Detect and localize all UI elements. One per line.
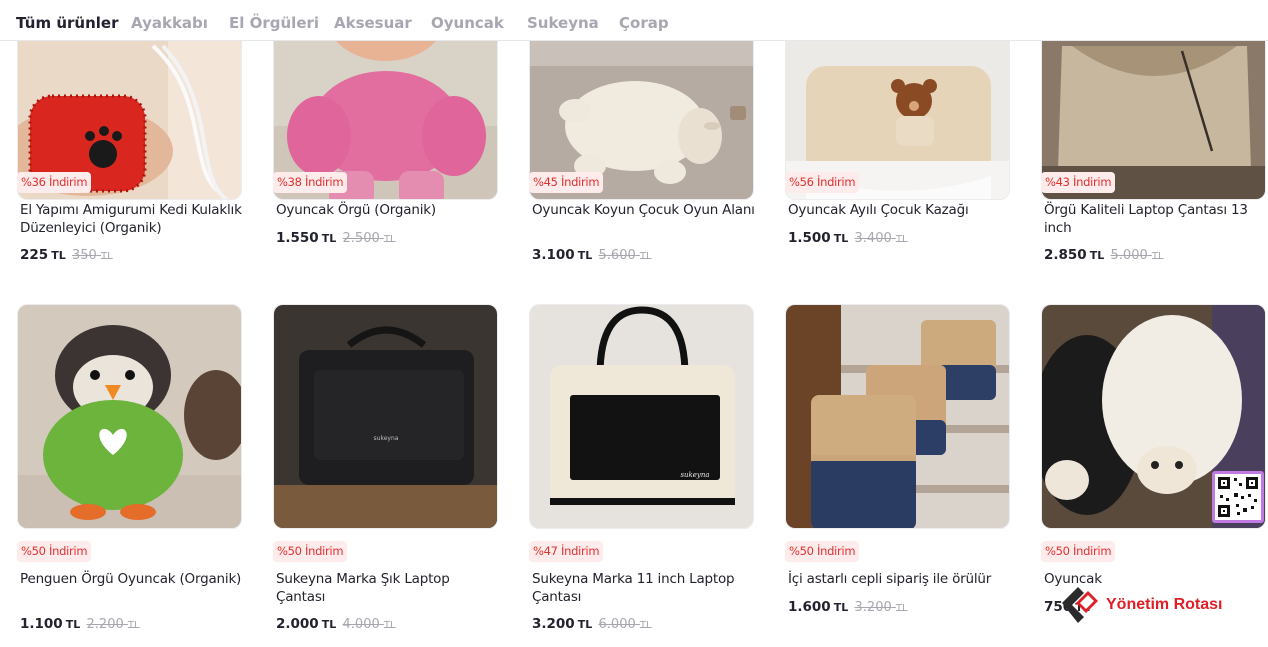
- current-price: 1.500: [788, 230, 831, 246]
- old-price: 6.000 TL: [598, 617, 652, 632]
- currency: TL: [1089, 249, 1105, 262]
- product-name[interactable]: Sukeyna Marka Şık Laptop Çantası: [276, 570, 501, 606]
- currency: TL: [577, 618, 593, 631]
- old-price: 3.400 TL: [854, 231, 908, 246]
- discount-badge: %50 İndirim: [17, 541, 92, 562]
- tab-sukeyna[interactable]: Sukeyna: [527, 14, 599, 32]
- qr-code-icon: [1212, 471, 1264, 523]
- current-price: 1.550: [276, 230, 319, 246]
- current-price: 225: [20, 247, 49, 263]
- current-price: 2.000: [276, 616, 319, 632]
- currency: TL: [321, 232, 337, 245]
- tab-socks[interactable]: Çorap: [619, 14, 669, 32]
- product-card[interactable]: [529, 0, 754, 271]
- current-price: 2.850: [1044, 247, 1087, 263]
- product-name[interactable]: El Yapımı Amigurumi Kedi Kulaklık Düzenl…: [20, 201, 245, 237]
- watermark: Yönetim Rotası: [1058, 583, 1258, 623]
- product-price: 2.850 TL 5.000 TL: [1044, 247, 1164, 263]
- currency: TL: [833, 601, 849, 614]
- category-tabs: Tüm ürünler Ayakkabı El Örgüleri Aksesua…: [0, 0, 1268, 41]
- current-price: 3.200: [532, 616, 575, 632]
- discount-badge: %45 İndirim: [529, 172, 604, 193]
- current-price: 3.100: [532, 247, 575, 263]
- product-card[interactable]: sukeyna: [529, 304, 754, 529]
- discount-badge: %50 İndirim: [1041, 541, 1116, 562]
- product-price: 3.200 TL 6.000 TL: [532, 616, 652, 632]
- currency: TL: [65, 618, 81, 631]
- watermark-text: Yönetim Rotası: [1106, 596, 1223, 613]
- product-name[interactable]: Penguen Örgü Oyuncak (Organik): [20, 570, 245, 588]
- watermark-logo-icon: [1062, 587, 1098, 623]
- product-price: 1.550 TL 2.500 TL: [276, 230, 396, 246]
- product-image[interactable]: [785, 304, 1010, 529]
- tab-toys[interactable]: Oyuncak: [431, 14, 504, 32]
- product-name[interactable]: Oyuncak Ayılı Çocuk Kazağı: [788, 201, 1013, 219]
- currency: TL: [51, 249, 66, 262]
- discount-badge: %47 İndirim: [529, 541, 604, 562]
- discount-badge: %56 İndirim: [785, 172, 860, 193]
- product-price: 1.500 TL 3.400 TL: [788, 230, 908, 246]
- tab-knitwear[interactable]: El Örgüleri: [229, 14, 319, 32]
- product-card[interactable]: sukeyna: [273, 304, 498, 529]
- discount-badge: %50 İndirim: [785, 541, 860, 562]
- bag-brand-text: sukeyna: [374, 435, 399, 442]
- product-name[interactable]: Oyuncak Örgü (Organik): [276, 201, 501, 219]
- current-price: 1.100: [20, 616, 63, 632]
- tab-all-products[interactable]: Tüm ürünler: [16, 14, 118, 32]
- product-price: 1.100 TL 2.200 TL: [20, 616, 140, 632]
- currency: TL: [577, 249, 593, 262]
- current-price: 1.600: [788, 599, 831, 615]
- product-price: 1.600 TL 3.200 TL: [788, 599, 908, 615]
- old-price: 350 TL: [72, 248, 113, 263]
- product-name[interactable]: Örgü Kaliteli Laptop Çantası 13 inch: [1044, 201, 1268, 237]
- old-price: 2.500 TL: [342, 231, 396, 246]
- product-price: 3.100 TL 5.600 TL: [532, 247, 652, 263]
- discount-badge: %36 İndirim: [17, 172, 92, 193]
- product-name[interactable]: İçi astarlı cepli sipariş ile örülür: [788, 570, 1013, 588]
- old-price: 2.200 TL: [86, 617, 140, 632]
- product-image[interactable]: [17, 304, 242, 529]
- product-price: 225 TL 350 TL: [20, 247, 113, 263]
- old-price: 5.000 TL: [1110, 248, 1164, 263]
- discount-badge: %38 İndirim: [273, 172, 348, 193]
- product-name[interactable]: Sukeyna Marka 11 inch Laptop Çantası: [532, 570, 757, 606]
- bag-brand-text: sukeyna: [680, 471, 709, 479]
- product-name[interactable]: Oyuncak Koyun Çocuk Oyun Alanı: [532, 201, 757, 219]
- product-card[interactable]: [785, 304, 1010, 529]
- product-card[interactable]: [17, 304, 242, 529]
- product-image[interactable]: sukeyna: [529, 304, 754, 529]
- old-price: 3.200 TL: [854, 600, 908, 615]
- currency: TL: [321, 618, 337, 631]
- old-price: 4.000 TL: [342, 617, 396, 632]
- product-image[interactable]: sukeyna: [273, 304, 498, 529]
- currency: TL: [833, 232, 849, 245]
- discount-badge: %50 İndirim: [273, 541, 348, 562]
- tab-shoes[interactable]: Ayakkabı: [131, 14, 208, 32]
- discount-badge: %43 İndirim: [1041, 172, 1116, 193]
- old-price: 5.600 TL: [598, 248, 652, 263]
- product-price: 2.000 TL 4.000 TL: [276, 616, 396, 632]
- tab-accessories[interactable]: Aksesuar: [334, 14, 412, 32]
